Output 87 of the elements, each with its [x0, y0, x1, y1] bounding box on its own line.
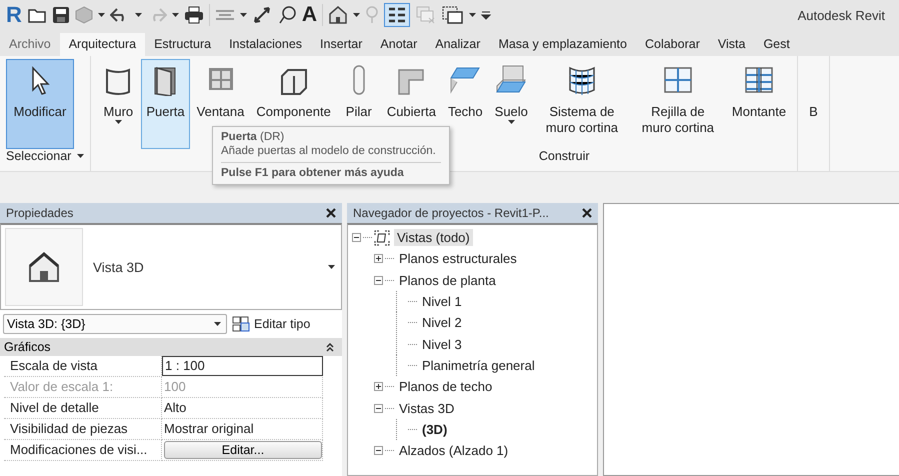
app-logo[interactable]: R	[6, 2, 22, 28]
tree-item[interactable]: Nivel 3	[419, 336, 465, 353]
property-label: Escala de vista	[4, 356, 162, 377]
tree-item[interactable]: Vistas (todo)	[394, 229, 473, 246]
caret-icon[interactable]	[134, 13, 142, 17]
tree-item[interactable]: Vistas 3D	[396, 400, 458, 417]
expand-icon[interactable]	[374, 254, 383, 264]
dropdown-value: Vista 3D: {3D}	[7, 317, 86, 331]
tool-button[interactable]: Muro	[97, 59, 140, 150]
caret-icon[interactable]	[240, 13, 247, 17]
ribbon-tab[interactable]: Gest	[754, 33, 799, 56]
text-tool[interactable]: A	[302, 3, 318, 27]
customize-icon[interactable]	[481, 10, 492, 20]
property-label: Modificaciones de visi...	[4, 440, 162, 461]
window-title: Autodesk Revit	[798, 8, 885, 22]
tool-button[interactable]: Sistema de muro cortina	[534, 59, 629, 150]
save-icon[interactable]	[52, 6, 70, 24]
section-title: Gráficos	[4, 340, 51, 354]
property-label: Valor de escala 1:	[4, 377, 162, 398]
tree-item[interactable]: Planos estructurales	[396, 250, 520, 268]
tool-button[interactable]: Puerta	[141, 59, 190, 150]
collapse-icon[interactable]	[374, 446, 383, 456]
collapse-icon[interactable]	[374, 404, 383, 413]
close-icon[interactable]	[326, 208, 336, 218]
panel-title: Propiedades	[6, 206, 74, 220]
property-value: Alto	[162, 398, 323, 419]
tree-item[interactable]: Nivel 1	[419, 293, 465, 310]
tool-button[interactable]: Techo	[442, 59, 488, 150]
view-icon	[374, 230, 390, 246]
ribbon-tab[interactable]: Insertar	[311, 33, 372, 56]
diagonal-arrow-icon[interactable]	[252, 5, 272, 25]
ribbon-tab[interactable]: Arquitectura	[60, 33, 146, 56]
edit-type-icon	[232, 316, 250, 332]
section-header[interactable]: Gráficos	[0, 338, 342, 356]
tooltip-help: Pulse F1 para obtener más ayuda	[221, 167, 405, 179]
tooltip-title: Puerta (DR)	[221, 131, 286, 143]
tree-item[interactable]: Planimetría general	[419, 356, 538, 374]
tree-item[interactable]: Nivel 2	[419, 314, 465, 332]
caret-icon[interactable]	[114, 120, 122, 124]
instance-dropdown[interactable]: Vista 3D: {3D}	[3, 314, 227, 334]
edit-type-button[interactable]: Editar tipo	[232, 316, 310, 332]
property-label: Nivel de detalle	[4, 398, 162, 419]
house-icon[interactable]	[328, 5, 348, 25]
caret-icon[interactable]	[469, 13, 476, 17]
collapse-icon[interactable]	[374, 276, 383, 285]
edit-button[interactable]: Editar...	[164, 441, 322, 459]
ribbon-tab[interactable]: Anotar	[371, 33, 426, 56]
type-name: Vista 3D	[93, 260, 145, 274]
caret-icon[interactable]	[328, 265, 335, 269]
ribbon-tab[interactable]: Vista	[708, 33, 754, 56]
tooltip-description: Añade puertas al modelo de construcción.	[221, 145, 441, 163]
caret-icon[interactable]	[508, 120, 515, 124]
ribbon-tab[interactable]: Masa y emplazamiento	[489, 33, 636, 56]
expand-icon[interactable]	[374, 382, 383, 392]
list-icon[interactable]	[384, 3, 410, 27]
panel-label: Construir	[538, 149, 590, 164]
tree-item[interactable]: Alzados (Alzado 1)	[396, 442, 512, 460]
tool-button[interactable]: B	[804, 59, 823, 151]
tool-button[interactable]: Montante	[726, 59, 792, 150]
tree-item[interactable]: (3D)	[419, 420, 450, 438]
tree-item[interactable]: Planos de planta	[396, 272, 499, 289]
panel-title: Navegador de proyectos - Revit1-P...	[353, 206, 549, 220]
ribbon-tab[interactable]: Instalaciones	[220, 33, 312, 56]
print-icon[interactable]	[184, 6, 204, 24]
tool-button[interactable]: Suelo	[490, 59, 533, 150]
type-selector[interactable]: Vista 3D	[0, 223, 342, 310]
property-value: 100	[162, 377, 323, 398]
house-icon	[27, 251, 61, 283]
close-icon[interactable]	[582, 208, 592, 218]
caret-icon[interactable]	[214, 322, 221, 326]
property-field[interactable]: 1 : 100	[162, 356, 323, 376]
tree-item[interactable]: Planos de techo	[396, 378, 496, 396]
collapse-icon[interactable]	[352, 233, 361, 242]
caret-icon[interactable]	[353, 13, 360, 17]
tool-button[interactable]: Modificar	[6, 59, 74, 150]
ribbon-tab[interactable]: Estructura	[145, 33, 220, 56]
collapse-icon[interactable]	[326, 342, 334, 352]
ribbon-tab[interactable]: Analizar	[426, 33, 490, 56]
caret-icon[interactable]	[172, 13, 179, 17]
tool-button[interactable]: Rejilla de muro cortina	[630, 59, 725, 150]
panel-menu[interactable]: Seleccionar	[6, 149, 84, 164]
caret-icon[interactable]	[98, 13, 105, 17]
property-value: Mostrar original	[162, 419, 323, 440]
ribbon-tab[interactable]: Colaborar	[636, 33, 709, 56]
switch-windows-icon[interactable]	[442, 5, 464, 25]
property-label: Visibilidad de piezas	[4, 419, 162, 440]
caret-icon[interactable]	[77, 154, 84, 158]
